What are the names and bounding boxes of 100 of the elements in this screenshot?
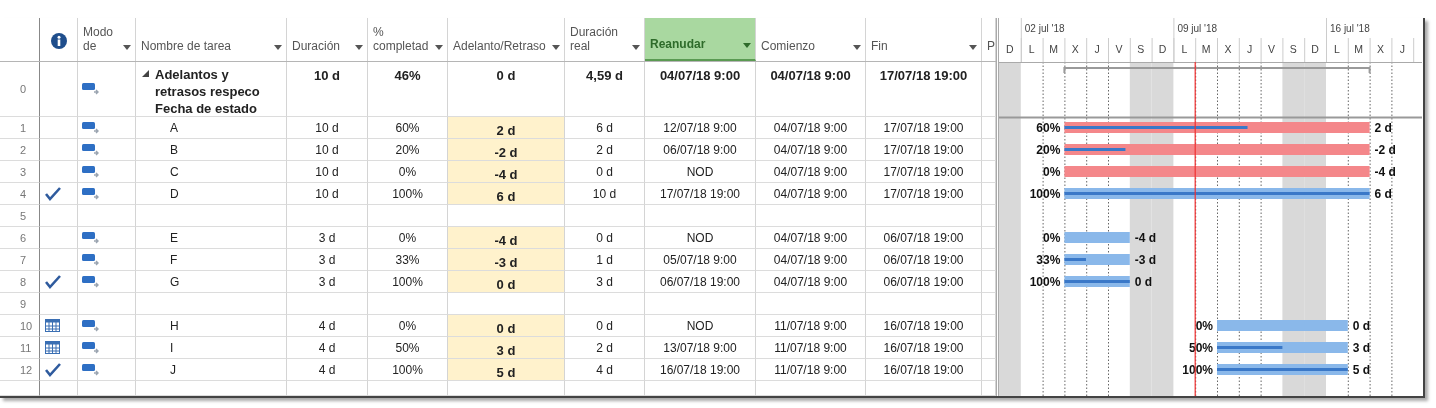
table-cell: -2 d	[494, 145, 518, 160]
caret-icon[interactable]	[552, 45, 560, 50]
table-cell: 60%	[395, 120, 420, 135]
day-label: V	[1268, 43, 1275, 55]
table-cell: 4 d	[318, 340, 336, 355]
table-cell: 04/07/18 9:00	[773, 186, 848, 201]
table-cell: 06/07/18 19:00	[883, 274, 964, 289]
column-header[interactable]: Adelanto/Retraso	[448, 18, 564, 61]
day-label: V	[1115, 43, 1123, 55]
table-cell: 17/07/18 19:00	[883, 164, 964, 179]
column-header[interactable]: % completad	[368, 18, 447, 61]
column-header[interactable]: Modo de	[78, 18, 135, 61]
table-cell: 16/07/18 19:00	[883, 340, 964, 355]
column-header[interactable]: Nombre de tarea	[136, 18, 286, 61]
caret-icon[interactable]	[435, 45, 443, 50]
table-cell: 04/07/18 9:00	[773, 142, 848, 157]
bar-label: 0 d	[1352, 319, 1371, 333]
table-cell: 04/07/18 9:00	[773, 120, 848, 135]
task-name: D	[170, 186, 179, 201]
column-header[interactable]: Duración real	[565, 18, 644, 61]
day-label: X	[1071, 43, 1079, 55]
table-cell: NOD	[686, 164, 714, 179]
progress-line	[1064, 148, 1126, 151]
table-cell: 16/07/18 19:00	[883, 318, 964, 333]
table-cell: 04/07/18 9:00	[773, 252, 848, 267]
caret-icon[interactable]	[743, 43, 751, 48]
task-name: F	[170, 252, 178, 267]
bar-label: 0%	[1043, 165, 1061, 179]
table-cell: 100%	[392, 362, 423, 377]
caret-icon[interactable]	[274, 45, 282, 50]
table-cell: 0 d	[596, 318, 613, 333]
caret-icon[interactable]	[853, 45, 861, 50]
day-label: D	[1006, 43, 1014, 55]
table-cell: 3 d	[496, 343, 516, 358]
table-cell: 04/07/18 9:00	[773, 274, 848, 289]
week-label: 16 jul '18	[1330, 23, 1370, 34]
table-cell: 17/07/18 19:00	[659, 186, 741, 201]
bar-label: 0 d	[1134, 275, 1153, 289]
auto-schedule-icon	[82, 83, 100, 95]
table-cell: 06/07/18 19:00	[883, 252, 964, 267]
progress-line	[1217, 346, 1283, 349]
bar-label: 100%	[1029, 187, 1061, 201]
table-cell: 04/07/18 9:00	[773, 230, 848, 245]
table-cell: 17/07/18 19:00	[883, 186, 964, 201]
table-cell: 100%	[392, 186, 423, 201]
progress-line	[1064, 258, 1086, 261]
table-cell: 11/07/18 9:00	[774, 340, 847, 355]
table-cell: NOD	[686, 318, 714, 333]
table-cell: 0%	[398, 318, 417, 333]
day-label: J	[1094, 43, 1100, 55]
day-label: J	[1247, 43, 1253, 55]
auto-schedule-icon	[82, 187, 100, 200]
column-header[interactable]: Duración	[287, 18, 367, 61]
table-cell: 17/07/18 19:00	[883, 120, 964, 135]
table-cell: 2 d	[496, 123, 516, 138]
caret-icon[interactable]	[355, 45, 363, 50]
table-cell: 04/07/18 9:00	[659, 68, 741, 83]
auto-schedule-icon	[82, 341, 100, 354]
table-cell: 0 d	[496, 321, 516, 336]
table-cell	[982, 293, 996, 315]
table-cell: 10 d	[315, 142, 339, 157]
task-name: Adelantos y retrasos respeco Fecha de estado	[155, 66, 261, 116]
table-cell: 0 d	[496, 277, 516, 292]
bar-label: 20%	[1036, 143, 1061, 157]
column-header[interactable]: Fin	[866, 18, 981, 61]
table-cell: 50%	[395, 340, 420, 355]
table-cell: 4 d	[318, 318, 336, 333]
bar-label: 100%	[1029, 275, 1061, 289]
table-cell: 0 d	[496, 68, 516, 83]
table-cell: 2 d	[596, 142, 613, 157]
table-cell	[982, 381, 996, 396]
column-header[interactable]: P	[982, 18, 995, 61]
day-label: S	[1137, 43, 1145, 55]
table-cell: 04/07/18 9:00	[770, 68, 851, 83]
auto-schedule-icon	[82, 121, 100, 134]
table-cell: 0%	[398, 230, 417, 245]
task-bar[interactable]	[1064, 254, 1130, 265]
calendar-icon	[45, 319, 60, 332]
bar-label: -4 d	[1374, 165, 1396, 179]
table-cell: 10 d	[315, 120, 339, 135]
task-name: J	[170, 362, 176, 377]
collapse-icon[interactable]	[142, 70, 149, 77]
table-cell: 17/07/18 19:00	[883, 142, 964, 157]
row-number: 1	[20, 121, 27, 134]
row-number: 6	[20, 231, 27, 244]
column-header[interactable]: Comienzo	[756, 18, 865, 61]
row-number: 0	[20, 83, 27, 95]
table-cell: 4 d	[318, 362, 336, 377]
table-cell: 06/07/18 19:00	[659, 274, 741, 289]
table-cell: 10 d	[592, 186, 617, 201]
table-cell: 6 d	[596, 120, 613, 135]
caret-icon[interactable]	[123, 45, 131, 50]
row-number: 2	[20, 143, 27, 156]
table-cell: 1 d	[596, 252, 613, 267]
table-cell: 0 d	[596, 164, 613, 179]
table-cell: 13/07/18 9:00	[663, 340, 737, 355]
table-cell: 0 d	[596, 230, 613, 245]
caret-icon[interactable]	[969, 45, 977, 50]
day-label: L	[1028, 43, 1035, 55]
caret-icon[interactable]	[632, 45, 640, 50]
